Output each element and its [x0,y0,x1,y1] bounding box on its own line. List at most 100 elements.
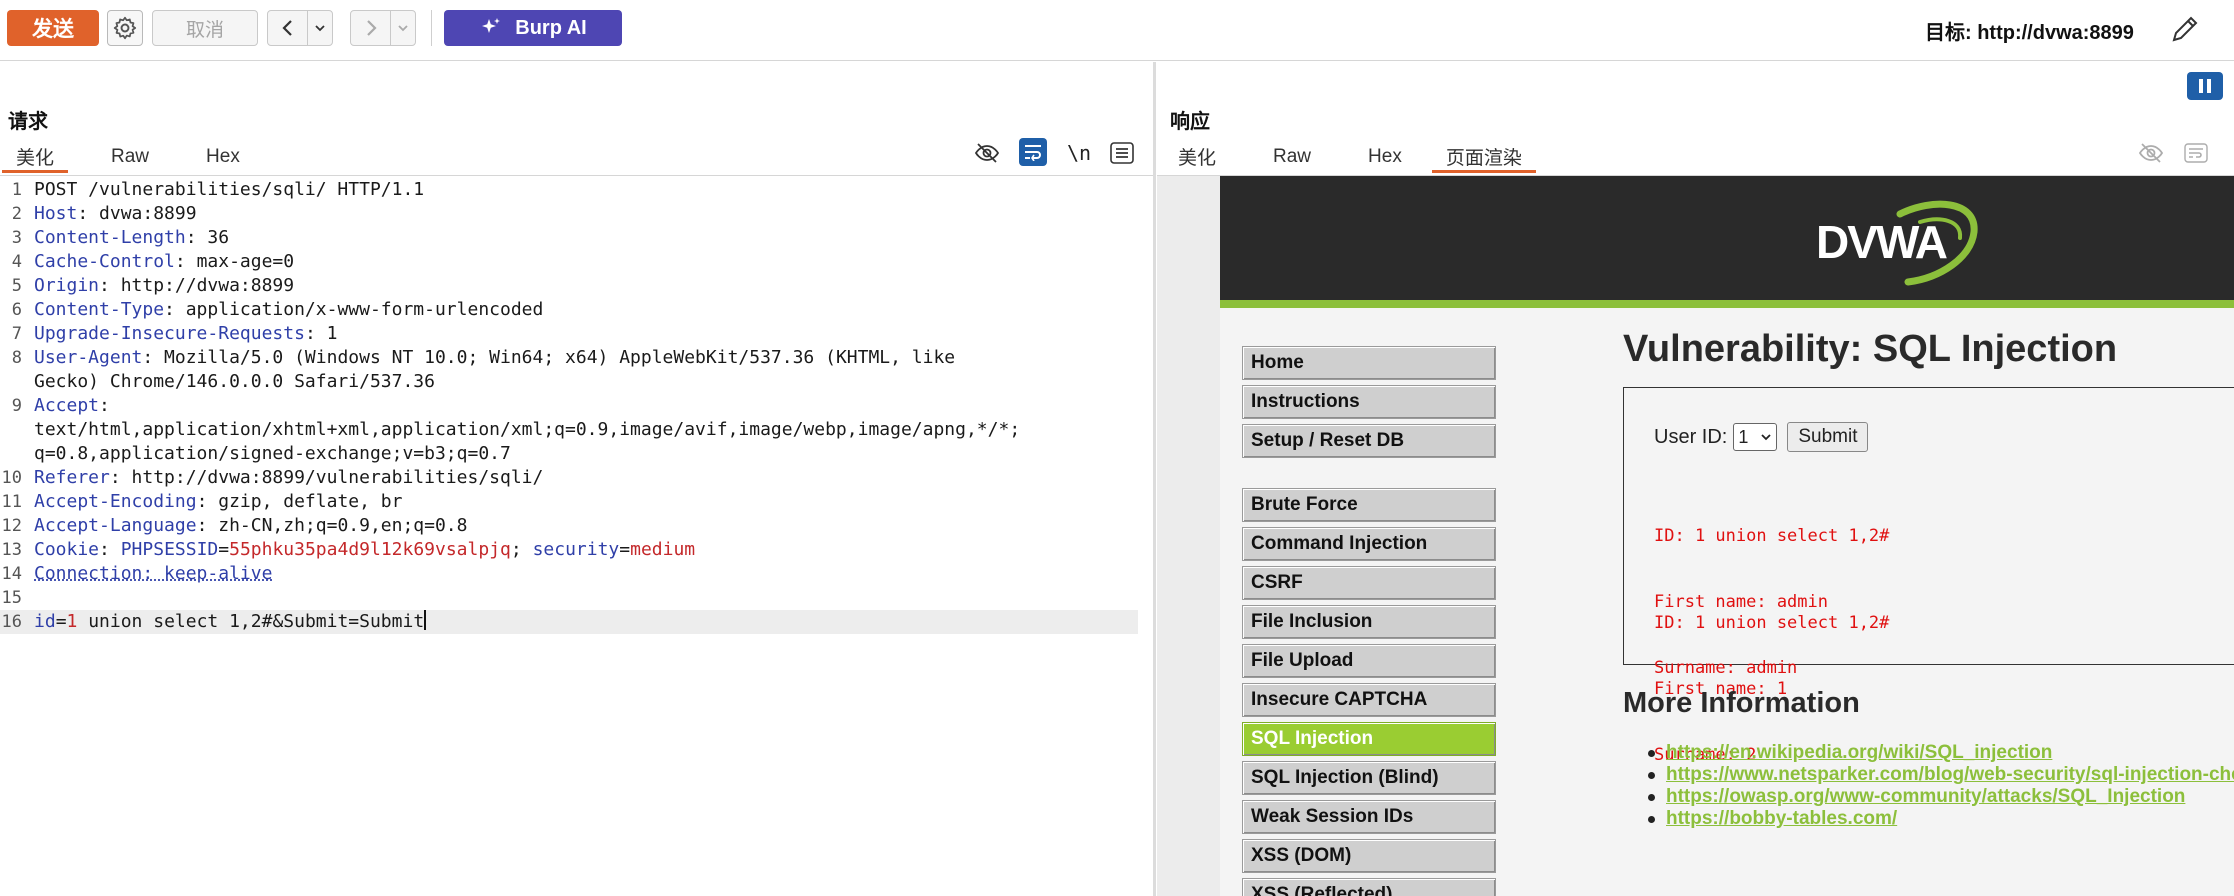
link-wikipedia[interactable]: https://en.wikipedia.org/wiki/SQL_inject… [1648,742,2234,764]
dvwa-menu-item-csrf[interactable]: CSRF [1242,566,1496,600]
code-token: ; [510,539,533,560]
code-token: = [619,539,631,560]
request-editor[interactable]: 1 POST /vulnerabilities/sqli/ HTTP/1.1 2 Ho… [0,178,1150,896]
code-token: = [218,539,230,560]
response-hide-nonprintable-button[interactable] [2137,139,2165,167]
dvwa-header: DVWA [1220,176,2234,300]
user-id-select[interactable]: 1 [1733,423,1778,451]
more-information-links: https://en.wikipedia.org/wiki/SQL_inject… [1648,742,2234,830]
pane-splitter[interactable] [1153,62,1156,896]
dvwa-menu-item-sql-injection[interactable]: SQL Injection [1242,722,1496,756]
hide-nonprintable-button[interactable] [973,139,1001,167]
code-token: Host [34,203,78,224]
forward-history-dropdown[interactable] [391,11,415,45]
link-netsparker[interactable]: https://www.netsparker.com/blog/web-secu… [1648,764,2234,786]
hamburger-icon [1110,142,1134,164]
pencil-icon[interactable] [2168,12,2202,46]
pause-button[interactable] [2187,72,2223,100]
eye-off-icon [2138,143,2164,163]
chevron-down-icon [315,25,325,32]
more-information-heading: More Information [1623,687,1860,719]
back-history-dropdown[interactable] [308,11,332,45]
code-line[interactable]: 11 Accept-Encoding: gzip, deflate, br [0,490,1150,514]
dvwa-menu-item-file-inclusion[interactable]: File Inclusion [1242,605,1496,639]
request-tab-hex[interactable]: Hex [192,140,254,173]
response-word-wrap-button[interactable] [2182,139,2210,167]
code-token: Accept-Encoding [34,491,197,512]
burp-ai-button[interactable]: Burp AI [444,10,622,46]
sparkle-icon [482,18,501,33]
request-tab-raw[interactable]: Raw [97,140,163,173]
code-line[interactable]: 7 Upgrade-Insecure-Requests: 1 [0,322,1150,346]
dvwa-menu-item-setup-reset-db[interactable]: Setup / Reset DB [1242,424,1496,458]
pause-icon [2199,79,2203,93]
cancel-button[interactable]: 取消 [152,10,258,46]
line-number: 3 [11,228,22,248]
forward-button[interactable] [351,11,391,45]
code-line[interactable]: 9 Accept: [0,394,1150,418]
request-tab-pretty[interactable]: 美化 [2,140,69,173]
response-tab-render[interactable]: 页面渲染 [1431,140,1536,173]
code-token: security [532,539,620,560]
code-line[interactable]: 4 Cache-Control: max-age=0 [0,250,1150,274]
code-token: : dvwa:8899 [77,203,197,224]
dvwa-menu-item-insecure-captcha[interactable]: Insecure CAPTCHA [1242,683,1496,717]
dvwa-page: DVWA Home Instructions Setup / Reset DB Bru… [1220,176,2234,896]
dvwa-menu-item-home[interactable]: Home [1242,346,1496,380]
forward-nav-group [350,10,416,46]
code-token: Upgrade-Insecure-Requests [34,323,305,344]
dvwa-menu-item-file-upload[interactable]: File Upload [1242,644,1496,678]
code-token: : 36 [185,227,230,248]
code-line[interactable]: 12 Accept-Language: zh-CN,zh;q=0.9,en;q=0… [0,514,1150,538]
link-bobby-tables[interactable]: https://bobby-tables.com/ [1648,808,2234,830]
user-id-value: 1 [1738,426,1749,447]
code-line[interactable]: 2 Host: dvwa:8899 [0,202,1150,226]
code-token: Connection: keep-alive [34,563,273,584]
code-line[interactable]: text/html,application/xhtml+xml,applicat… [0,418,1150,442]
dvwa-menu-item-sql-injection-blind[interactable]: SQL Injection (Blind) [1242,761,1496,795]
code-line[interactable]: 14 Connection: keep-alive [0,562,1150,586]
dvwa-menu-item-weak-session-ids[interactable]: Weak Session IDs [1242,800,1496,834]
code-line[interactable]: 1 POST /vulnerabilities/sqli/ HTTP/1.1 [0,178,1150,202]
submit-button[interactable]: Submit [1787,422,1869,452]
back-button[interactable] [268,11,308,45]
request-menu-button[interactable] [1108,139,1136,167]
code-token: Content-Type [34,299,165,320]
link-owasp[interactable]: https://owasp.org/www-community/attacks/… [1648,786,2234,808]
dvwa-menu-item-instructions[interactable]: Instructions [1242,385,1496,419]
dvwa-menu-item-xss-reflected[interactable]: XSS (Reflected) [1242,878,1496,896]
code-line[interactable]: 10 Referer: http://dvwa:8899/vulnerabilit… [0,466,1150,490]
line-number: 13 [1,540,22,560]
line-number: 2 [11,204,22,224]
line-code: Gecko) Chrome/146.0.0.0 Safari/537.36 [34,370,435,394]
code-line[interactable]: 15 [0,586,1150,610]
code-token: : http://dvwa:8899/vulnerabilities/sqli/ [109,467,544,488]
dvwa-menu-item-xss-dom[interactable]: XSS (DOM) [1242,839,1496,873]
code-line[interactable]: 13 Cookie: PHPSESSID=55phku35pa4d9l12k69v… [0,538,1150,562]
toolbar-divider [431,10,432,46]
line-number: 11 [1,492,22,512]
code-token: Referer [34,467,110,488]
line-number: 8 [11,348,22,368]
code-line[interactable]: 16 id=1 union select 1,2#&Submit=Submit [0,610,1138,634]
code-line[interactable]: 5 Origin: http://dvwa:8899 [0,274,1150,298]
newline-toggle-button[interactable]: \n [1065,139,1093,167]
line-code: Cache-Control: max-age=0 [34,250,294,274]
code-line[interactable]: 6 Content-Type: application/x-www-form-ur… [0,298,1150,322]
send-button[interactable]: 发送 [7,10,99,46]
settings-button[interactable] [107,10,143,46]
response-tab-hex[interactable]: Hex [1354,140,1416,173]
code-line[interactable]: 3 Content-Length: 36 [0,226,1150,250]
response-tab-raw[interactable]: Raw [1259,140,1325,173]
dvwa-menu-item-brute-force[interactable]: Brute Force [1242,488,1496,522]
dvwa-menu-item-command-injection[interactable]: Command Injection [1242,527,1496,561]
code-line[interactable]: Gecko) Chrome/146.0.0.0 Safari/537.36 [0,370,1150,394]
code-line[interactable]: 8 User-Agent: Mozilla/5.0 (Windows NT 10.… [0,346,1150,370]
response-title: 响应 [1170,111,1210,133]
code-token: : zh-CN,zh;q=0.9,en;q=0.8 [196,515,468,536]
code-token: medium [630,539,696,560]
line-number: 15 [1,588,22,608]
code-line[interactable]: q=0.8,application/signed-exchange;v=b3;q… [0,442,1150,466]
response-tab-pretty[interactable]: 美化 [1164,140,1230,173]
word-wrap-button[interactable] [1019,138,1047,166]
